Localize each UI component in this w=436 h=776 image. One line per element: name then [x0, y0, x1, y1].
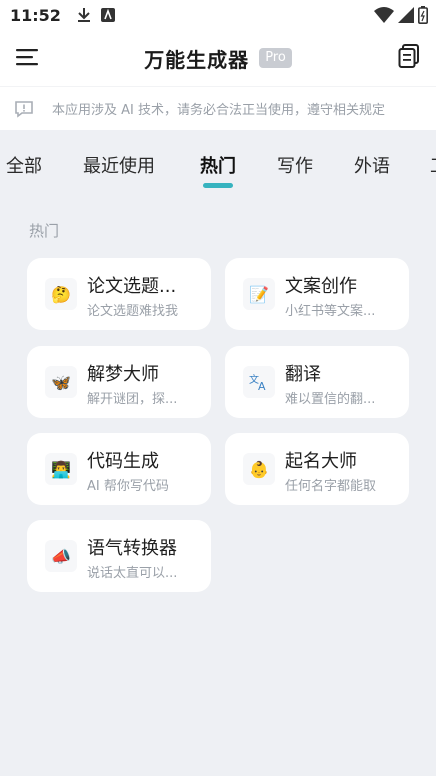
- card-translate[interactable]: 文 A 翻译 难以置信的翻...: [225, 346, 409, 418]
- signal-icon: [398, 7, 414, 23]
- menu-icon[interactable]: [16, 46, 38, 68]
- battery-icon: [418, 6, 428, 24]
- ai-notice-banner: 本应用涉及 AI 技术，请务必合法正当使用，遵守相关规定: [0, 86, 436, 130]
- card-title: 文案创作: [285, 276, 357, 297]
- card-description: 任何名字都能取: [285, 479, 377, 494]
- megaphone-icon: 📣: [45, 540, 77, 572]
- card-title: 解梦大师: [87, 364, 159, 385]
- tab-tools[interactable]: 工: [430, 152, 436, 178]
- status-icons-left: [77, 7, 115, 23]
- documents-icon[interactable]: [398, 44, 420, 68]
- card-title: 翻译: [285, 364, 321, 385]
- card-description: 解开谜团，探...: [87, 392, 178, 407]
- section-title: 热门: [29, 222, 60, 240]
- card-title: 论文选题...: [87, 276, 177, 297]
- tab-writing[interactable]: 写作: [277, 152, 313, 178]
- technologist-icon: 👨‍💻: [45, 453, 77, 485]
- message-alert-icon: [15, 100, 33, 118]
- pro-badge: Pro: [259, 48, 292, 68]
- app-header: 万能生成器 Pro: [0, 30, 436, 86]
- card-description: AI 帮你写代码: [87, 479, 169, 494]
- svg-text:A: A: [258, 380, 266, 392]
- app-notification-icon: [100, 8, 115, 22]
- butterfly-icon: 🦋: [45, 366, 77, 398]
- card-title: 语气转换器: [87, 538, 177, 559]
- thinking-face-icon: 🤔: [45, 278, 77, 310]
- card-description: 难以置信的翻...: [285, 392, 376, 407]
- active-tab-indicator: [203, 183, 233, 188]
- category-tabs: 全部 最近使用 热门 写作 外语 工: [0, 140, 436, 196]
- card-copywriting[interactable]: 📝 文案创作 小红书等文案...: [225, 258, 409, 330]
- card-description: 说话太直可以...: [87, 566, 178, 581]
- notice-text: 本应用涉及 AI 技术，请务必合法正当使用，遵守相关规定: [52, 103, 385, 118]
- tab-all[interactable]: 全部: [6, 152, 42, 178]
- status-icons-right: [374, 6, 428, 24]
- download-icon: [77, 8, 90, 22]
- card-tone-converter[interactable]: 📣 语气转换器 说话太直可以...: [27, 520, 211, 592]
- app-title: 万能生成器: [144, 47, 250, 72]
- status-bar: 11:52: [0, 0, 436, 30]
- tab-foreign-language[interactable]: 外语: [354, 152, 390, 178]
- card-title: 起名大师: [285, 451, 357, 472]
- card-description: 论文选题难找我: [87, 304, 179, 319]
- card-naming-master[interactable]: 👶 起名大师 任何名字都能取: [225, 433, 409, 505]
- card-dream-interpreter[interactable]: 🦋 解梦大师 解开谜团，探...: [27, 346, 211, 418]
- baby-icon: 👶: [243, 453, 275, 485]
- card-thesis-topic[interactable]: 🤔 论文选题... 论文选题难找我: [27, 258, 211, 330]
- tab-popular[interactable]: 热门: [200, 152, 236, 178]
- card-code-generator[interactable]: 👨‍💻 代码生成 AI 帮你写代码: [27, 433, 211, 505]
- tab-recent[interactable]: 最近使用: [83, 152, 155, 178]
- status-time: 11:52: [10, 5, 61, 25]
- translate-icon: 文 A: [243, 366, 275, 398]
- card-description: 小红书等文案...: [285, 304, 376, 319]
- memo-icon: 📝: [243, 278, 275, 310]
- wifi-icon: [374, 7, 394, 23]
- card-title: 代码生成: [87, 451, 159, 472]
